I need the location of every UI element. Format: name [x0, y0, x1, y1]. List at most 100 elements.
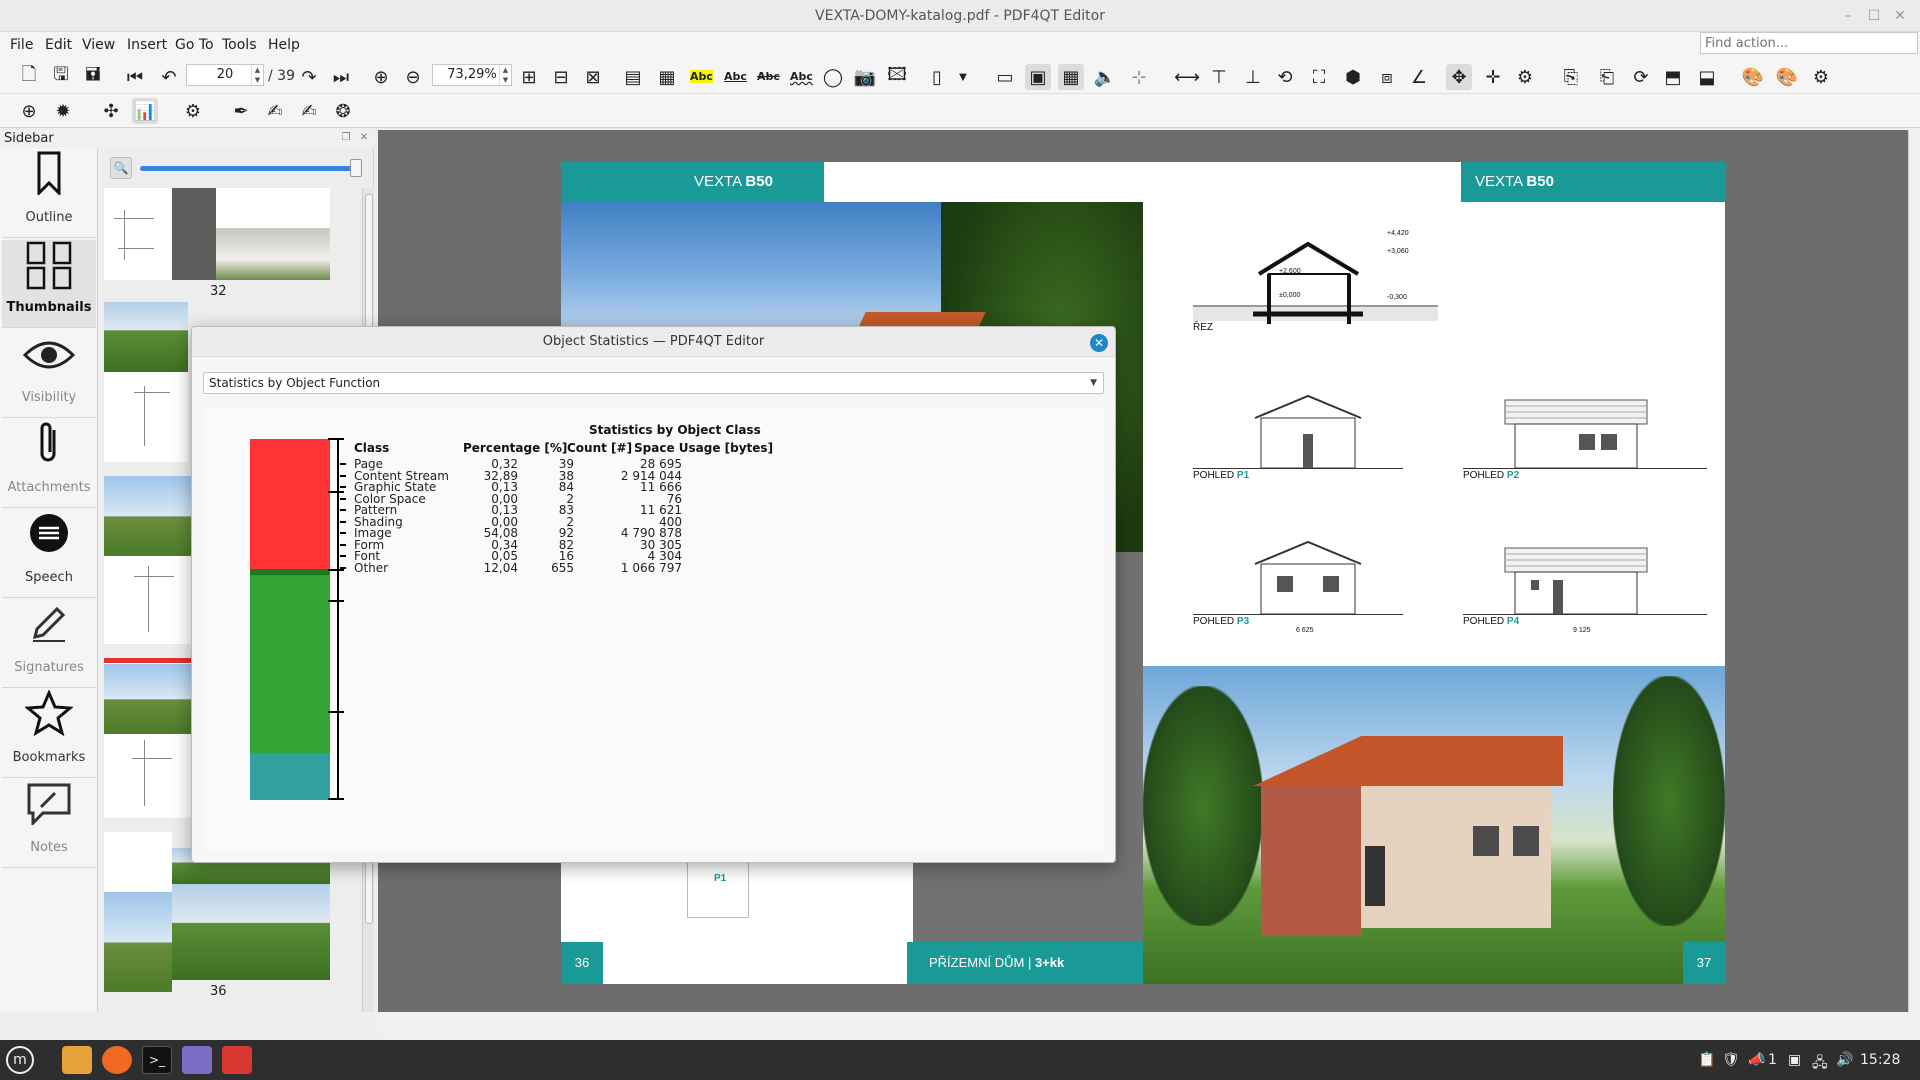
statistics-icon[interactable]: 📊	[132, 98, 158, 124]
menu-file[interactable]: File	[10, 32, 33, 58]
zoom-out-icon[interactable]: ⊖	[400, 64, 426, 90]
options-icon[interactable]: ⚙	[1808, 64, 1834, 90]
sidebar-close-icon[interactable]: ✕	[358, 132, 370, 144]
minimize-icon[interactable]: –	[1838, 6, 1858, 26]
sign-verify-icon[interactable]: ✍	[296, 98, 322, 124]
last-page-icon[interactable]: ⏭	[328, 64, 354, 90]
zoom-arrows-icon[interactable]: ▲ ▼	[499, 65, 511, 85]
rotate-page-icon[interactable]: ⟳	[1628, 64, 1654, 90]
statistics-mode-select[interactable]: Statistics by Object Function ▼	[203, 372, 1104, 394]
fit-height-icon[interactable]: ⊠	[580, 64, 606, 90]
color-settings-icon[interactable]: 🎨	[1740, 64, 1766, 90]
select-text-icon[interactable]: ▤	[620, 64, 646, 90]
thumbnail-page[interactable]	[216, 188, 330, 228]
strikeout-text-button[interactable]: Abc	[757, 70, 780, 83]
thumbnail-page[interactable]	[104, 372, 188, 462]
dialog-close-icon[interactable]: ✕	[1090, 334, 1108, 352]
sidebar-tab-bookmarks[interactable]: Bookmarks	[2, 689, 96, 778]
thumbnail-page[interactable]	[104, 892, 172, 992]
measure-area-icon[interactable]: ⧈	[1374, 64, 1400, 90]
menu-edit[interactable]: Edit	[45, 32, 72, 58]
seal-icon[interactable]: ❂	[330, 98, 356, 124]
zoom-spinner[interactable]: 73,29% ▲ ▼	[432, 64, 512, 86]
thumbnail-page[interactable]	[172, 188, 216, 280]
thumbnail-page[interactable]	[104, 188, 172, 280]
image-annotation-icon[interactable]: 🖾	[884, 64, 910, 90]
sidebar-float-icon[interactable]: ❐	[340, 132, 352, 144]
highlight-text-button[interactable]: Abc	[690, 70, 713, 83]
save-as-icon[interactable]: 🖬	[80, 64, 106, 90]
zoom-in-icon[interactable]: ⊕	[368, 64, 394, 90]
measure-polygon-icon[interactable]: ⬢	[1340, 64, 1366, 90]
menu-view[interactable]: View	[82, 32, 115, 58]
magic-wand-icon[interactable]: ⊹	[1126, 64, 1152, 90]
shield-icon[interactable]: 🛡	[1722, 1052, 1740, 1068]
mint-menu-icon[interactable]: m	[6, 1046, 34, 1074]
measure-circle-icon[interactable]: ⟲	[1272, 64, 1298, 90]
sidebar-tab-attachments[interactable]: Attachments	[2, 420, 96, 508]
fit-page-icon[interactable]: ⊞	[516, 64, 542, 90]
files-icon[interactable]	[62, 1046, 92, 1074]
settings-tool-icon[interactable]: ⚙	[1512, 64, 1538, 90]
transform-tool-icon[interactable]: ✛	[1480, 64, 1506, 90]
thumbnail-page[interactable]	[104, 302, 188, 372]
sidebar-tab-signatures[interactable]: Signatures	[2, 600, 96, 688]
menu-insert[interactable]: Insert	[127, 32, 167, 58]
sidebar-tab-speech[interactable]: Speech	[2, 510, 96, 598]
measure-angle-icon[interactable]: ∠	[1406, 64, 1432, 90]
stamp-icon[interactable]: ✹	[50, 98, 76, 124]
thumbnail-page[interactable]	[104, 476, 192, 556]
measure-rectangle-icon[interactable]: ⛶	[1306, 64, 1332, 90]
sound-icon[interactable]: 🔈	[1092, 64, 1118, 90]
export-page-icon[interactable]: ⎘	[1558, 64, 1584, 90]
spinner-arrows-icon[interactable]: ▲ ▼	[251, 65, 263, 85]
structure-icon[interactable]: ✣	[98, 98, 124, 124]
underline-text-button[interactable]: Abc	[724, 70, 747, 83]
terminal-icon[interactable]: >_	[142, 1046, 172, 1074]
measure-perimeter-icon[interactable]: ⊥	[1240, 64, 1266, 90]
menu-go-to[interactable]: Go To	[175, 32, 214, 58]
clipboard-icon[interactable]: 📋	[1698, 1052, 1715, 1068]
volume-icon[interactable]: 🔊	[1836, 1052, 1853, 1068]
squiggly-text-button[interactable]: Abc	[790, 70, 813, 83]
sidebar-tab-notes[interactable]: Notes	[2, 780, 96, 868]
thumbnail-page[interactable]	[216, 228, 330, 280]
crosshair-icon[interactable]: ⊕	[16, 98, 42, 124]
move-tool-icon[interactable]: ✥	[1446, 64, 1472, 90]
previous-page-icon[interactable]: ↶	[156, 64, 182, 90]
thumbnail-page[interactable]	[104, 556, 192, 644]
certificate-icon[interactable]: ⚙	[180, 98, 206, 124]
page-number-spinner[interactable]: 20 ▲ ▼	[186, 64, 264, 86]
insert-page-icon[interactable]: ⬒	[1660, 64, 1686, 90]
sidebar-tab-visibility[interactable]: Visibility	[2, 330, 96, 418]
document-horizontal-scrollbar[interactable]	[378, 1012, 1920, 1038]
sidebar-tab-thumbnails[interactable]: Thumbnails	[2, 240, 96, 328]
single-page-icon[interactable]: ▭	[992, 64, 1018, 90]
thumbnail-zoom-icon[interactable]: 🔍	[110, 157, 132, 179]
ellipse-icon[interactable]: ◯	[820, 64, 846, 90]
pdf4qt-icon[interactable]	[222, 1046, 252, 1074]
next-page-icon[interactable]: ↷	[296, 64, 322, 90]
measure-distance-icon[interactable]: ⟷	[1174, 64, 1200, 90]
notification-icon[interactable]: 📣	[1748, 1052, 1765, 1068]
fit-width-icon[interactable]: ⊟	[548, 64, 574, 90]
document-vertical-scrollbar[interactable]	[1908, 130, 1920, 1012]
drive-icon[interactable]: ▣	[1788, 1052, 1801, 1068]
camera-icon[interactable]: 📷	[852, 64, 878, 90]
measure-vertical-icon[interactable]: ⊤	[1206, 64, 1232, 90]
menu-tools[interactable]: Tools	[222, 32, 257, 58]
save-icon[interactable]: 🖫	[48, 64, 74, 90]
thumbnail-page[interactable]	[104, 658, 192, 818]
thumbnail-zoom-slider[interactable]	[140, 166, 356, 171]
network-icon[interactable]: 🖧	[1812, 1052, 1828, 1076]
thumbnail-zoom-handle[interactable]	[350, 159, 362, 177]
sidebar-tab-outline[interactable]: Outline	[2, 150, 96, 238]
thumbnail-page[interactable]	[104, 832, 172, 892]
close-icon[interactable]: ✕	[1890, 6, 1910, 26]
thumbnail-page[interactable]	[172, 884, 330, 980]
select-table-icon[interactable]: ▦	[654, 64, 680, 90]
maximize-icon[interactable]: ☐	[1864, 6, 1884, 26]
two-page-icon[interactable]: ▣	[1025, 64, 1051, 90]
import-page-icon[interactable]: ⎗	[1594, 64, 1620, 90]
find-action-input[interactable]	[1700, 32, 1918, 54]
